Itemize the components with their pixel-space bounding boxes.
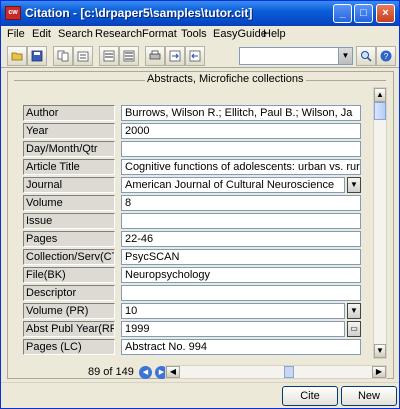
field-row-pages: Pages 22-46 [15,231,373,247]
field-row-author: Author Burrows, Wilson R.; Ellitch, Paul… [15,105,373,121]
search-icon[interactable] [356,46,376,66]
menu-research[interactable]: Research [95,28,142,40]
record-navigation: 89 of 149 ◀ ▶ ◀ ▶ [15,363,387,381]
folder-icon[interactable]: ▭ [347,321,361,337]
field-label: Descriptor [23,285,115,301]
scroll-thumb[interactable] [284,366,294,378]
menu-format[interactable]: Format [142,28,177,40]
menu-edit[interactable]: Edit [32,28,51,40]
menu-bar: File Edit Search Research Format Tools E… [1,26,399,44]
scroll-down-icon[interactable]: ▼ [374,344,386,358]
previous-record-icon[interactable]: ◀ [139,366,152,379]
scroll-thumb[interactable] [374,102,386,120]
new-record-button[interactable]: New Record [341,386,397,409]
window-title: Citation - [c:\drpaper5\samples\tutor.ci… [25,6,253,20]
import-icon[interactable] [185,46,205,66]
chevron-down-icon[interactable]: ▼ [338,48,352,64]
field-row-issue: Issue [15,213,373,229]
field-row-day-month-qtr: Day/Month/Qtr [15,141,373,157]
field-row-year: Year 2000 [15,123,373,139]
scroll-right-icon[interactable]: ▶ [372,366,386,378]
application-window: cw Citation - [c:\drpaper5\samples\tutor… [0,0,400,409]
field-label: Issue [23,213,115,229]
svg-text:?: ? [384,52,389,61]
field-label: Collection/Serv(CT [23,249,115,265]
copy-icon[interactable] [53,46,73,66]
print-icon[interactable] [145,46,165,66]
field-row-article-title: Article Title Cognitive functions of ado… [15,159,373,175]
field-row-collection: Collection/Serv(CT PsycSCAN [15,249,373,265]
record-form: Author Burrows, Wilson R.; Ellitch, Paul… [15,93,373,355]
export-icon[interactable] [165,46,185,66]
article-title-field[interactable]: Cognitive functions of adolescents: urba… [121,159,361,175]
command-bar: Cite New Record [1,382,399,409]
cite-button[interactable]: Cite [282,386,338,406]
menu-search[interactable]: Search [58,28,93,40]
field-label: Abst Publ Year(RF) [23,321,115,337]
paste-icon[interactable] [73,46,93,66]
field-label: File(BK) [23,267,115,283]
record-count: 89 of 149 [88,366,134,378]
quick-search-combo[interactable]: ▼ [239,47,353,65]
field-row-pages-lc: Pages (LC) Abstract No. 994 [15,339,373,355]
list-view-icon[interactable] [99,46,119,66]
open-folder-icon[interactable] [7,46,27,66]
scroll-left-icon[interactable]: ◀ [166,366,180,378]
panel-caption: Abstracts, Microfiche collections [145,73,306,85]
toolbar: ▼ ? [1,44,399,68]
volume-field[interactable]: 8 [121,195,361,211]
journal-field[interactable]: American Journal of Cultural Neuroscienc… [121,177,345,193]
field-label: Article Title [23,159,115,175]
save-disk-icon[interactable] [27,46,47,66]
author-field[interactable]: Burrows, Wilson R.; Ellitch, Paul B.; Wi… [121,105,361,121]
detail-view-icon[interactable] [119,46,139,66]
field-label: Pages (LC) [23,339,115,355]
horizontal-scrollbar[interactable]: ◀ ▶ [165,365,387,379]
pages-field[interactable]: 22-46 [121,231,361,247]
year-field[interactable]: 2000 [121,123,361,139]
field-label: Year [23,123,115,139]
field-label: Day/Month/Qtr [23,141,115,157]
minimize-button[interactable]: _ [333,4,352,23]
abst-publ-year-field[interactable]: 1999 [121,321,345,337]
field-row-descriptor: Descriptor [15,285,373,301]
menu-easyguide[interactable]: EasyGuide [213,28,267,40]
field-label: Volume (PR) [23,303,115,319]
app-icon[interactable]: cw [5,6,21,20]
close-button[interactable]: × [376,4,395,23]
field-label: Volume [23,195,115,211]
field-row-journal: Journal American Journal of Cultural Neu… [15,177,373,193]
collection-field[interactable]: PsycSCAN [121,249,361,265]
field-row-file: File(BK) Neuropsychology [15,267,373,283]
field-label: Pages [23,231,115,247]
scroll-up-icon[interactable]: ▲ [374,88,386,102]
day-month-qtr-field[interactable] [121,141,361,157]
volume-pr-field[interactable]: 10 [121,303,345,319]
file-field[interactable]: Neuropsychology [121,267,361,283]
menu-tools[interactable]: Tools [181,28,207,40]
field-row-abst-publ-year: Abst Publ Year(RF) 1999 ▭ [15,321,373,337]
field-row-volume-pr: Volume (PR) 10 ▼ [15,303,373,319]
field-row-volume: Volume 8 [15,195,373,211]
menu-help[interactable]: Help [263,28,286,40]
field-label: Author [23,105,115,121]
help-icon[interactable]: ? [376,46,396,66]
maximize-button[interactable]: □ [354,4,373,23]
pages-lc-field[interactable]: Abstract No. 994 [121,339,361,355]
chevron-down-icon[interactable]: ▼ [347,177,361,193]
issue-field[interactable] [121,213,361,229]
vertical-scrollbar[interactable]: ▲ ▼ [373,87,387,359]
menu-file[interactable]: File [7,28,25,40]
descriptor-field[interactable] [121,285,361,301]
chevron-down-icon[interactable]: ▼ [347,303,361,319]
title-bar[interactable]: cw Citation - [c:\drpaper5\samples\tutor… [1,1,399,26]
field-label: Journal [23,177,115,193]
